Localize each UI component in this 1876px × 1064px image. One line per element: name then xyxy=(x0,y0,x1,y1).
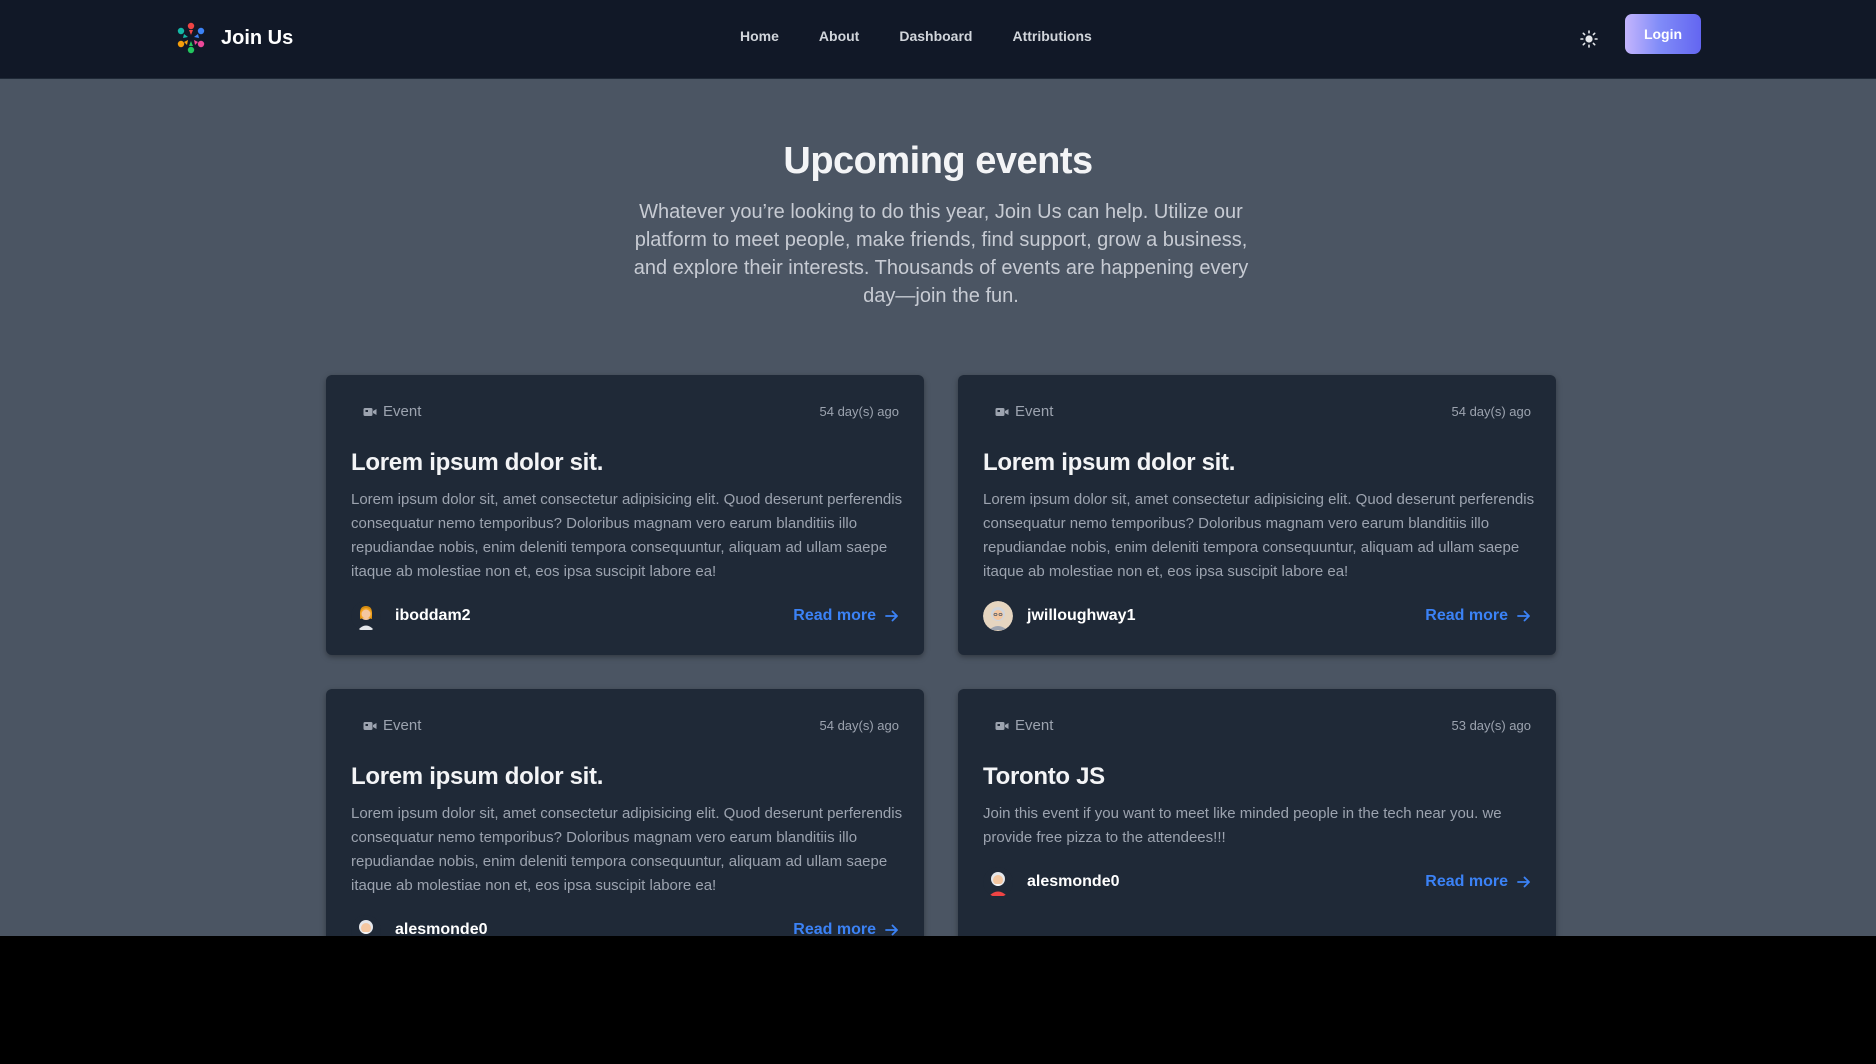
card-header: Event 54 day(s) ago xyxy=(351,403,899,423)
read-more-label: Read more xyxy=(1425,607,1508,624)
page-viewport: Join Us Home About Dashboard Attribution… xyxy=(0,0,1876,936)
card-footer: alesmonde0 Read more xyxy=(983,867,1531,899)
arrow-right-icon xyxy=(1517,876,1530,888)
event-card: Event 54 day(s) ago Lorem ipsum dolor si… xyxy=(326,375,924,655)
theme-toggle-button[interactable] xyxy=(1578,28,1600,50)
video-camera-icon xyxy=(363,407,377,416)
brand[interactable]: Join Us xyxy=(172,19,293,57)
card-description: Lorem ipsum dolor sit, amet consectetur … xyxy=(351,491,903,580)
brand-logo-icon xyxy=(177,22,205,54)
main-nav: Home About Dashboard Attributions xyxy=(740,28,1092,44)
nav-link-about[interactable]: About xyxy=(819,28,859,44)
event-badge-label: Event xyxy=(1015,403,1054,420)
video-camera-icon xyxy=(995,407,1009,416)
card-header: Event 54 day(s) ago xyxy=(983,403,1531,423)
card-title[interactable]: Lorem ipsum dolor sit. xyxy=(351,449,603,477)
page-title: Upcoming events xyxy=(783,140,1093,182)
arrow-right-icon xyxy=(885,924,898,936)
card-footer: iboddam2 Read more xyxy=(351,601,899,633)
video-camera-icon xyxy=(995,721,1009,730)
avatar xyxy=(351,915,381,936)
navbar: Join Us Home About Dashboard Attribution… xyxy=(0,0,1876,79)
card-date: 53 day(s) ago xyxy=(1451,718,1532,733)
card-date: 54 day(s) ago xyxy=(819,404,900,419)
card-date: 54 day(s) ago xyxy=(1451,404,1532,419)
event-badge-label: Event xyxy=(1015,717,1054,734)
card-author: iboddam2 xyxy=(351,601,471,631)
avatar xyxy=(983,867,1013,897)
event-badge-label: Event xyxy=(383,717,422,734)
page-subtitle: Whatever you’re looking to do this year,… xyxy=(633,201,1249,307)
author-name[interactable]: alesmonde0 xyxy=(1027,873,1119,891)
event-badge: Event xyxy=(995,717,1053,734)
event-badge-label: Event xyxy=(383,403,422,420)
nav-link-dashboard[interactable]: Dashboard xyxy=(899,28,972,44)
card-author: jwilloughway1 xyxy=(983,601,1135,631)
nav-link-home[interactable]: Home xyxy=(740,28,779,44)
event-badge: Event xyxy=(995,403,1053,420)
read-more-label: Read more xyxy=(793,921,876,936)
read-more-link[interactable]: Read more xyxy=(793,921,899,936)
event-card: Event 53 day(s) ago Toronto JS Join this… xyxy=(958,689,1556,936)
card-description: Lorem ipsum dolor sit, amet consectetur … xyxy=(983,491,1535,580)
card-description: Join this event if you want to meet like… xyxy=(983,805,1502,846)
author-name[interactable]: alesmonde0 xyxy=(395,921,487,936)
card-footer: jwilloughway1 Read more xyxy=(983,601,1531,633)
login-button[interactable]: Login xyxy=(1625,14,1701,54)
arrow-right-icon xyxy=(1517,610,1530,622)
card-title[interactable]: Toronto JS xyxy=(983,763,1105,791)
author-name[interactable]: iboddam2 xyxy=(395,607,471,625)
video-camera-icon xyxy=(363,721,377,730)
card-author: alesmonde0 xyxy=(351,915,487,936)
read-more-link[interactable]: Read more xyxy=(793,607,899,625)
card-author: alesmonde0 xyxy=(983,867,1119,897)
card-header: Event 53 day(s) ago xyxy=(983,717,1531,737)
avatar xyxy=(351,601,381,631)
author-name[interactable]: jwilloughway1 xyxy=(1027,607,1135,625)
read-more-label: Read more xyxy=(793,607,876,624)
event-card: Event 54 day(s) ago Lorem ipsum dolor si… xyxy=(326,689,924,936)
event-badge: Event xyxy=(363,717,421,734)
avatar xyxy=(983,601,1013,631)
card-description: Lorem ipsum dolor sit, amet consectetur … xyxy=(351,805,903,894)
event-card: Event 54 day(s) ago Lorem ipsum dolor si… xyxy=(958,375,1556,655)
card-header: Event 54 day(s) ago xyxy=(351,717,899,737)
card-title[interactable]: Lorem ipsum dolor sit. xyxy=(983,449,1235,477)
arrow-right-icon xyxy=(885,610,898,622)
card-footer: alesmonde0 Read more xyxy=(351,915,899,936)
read-more-link[interactable]: Read more xyxy=(1425,873,1531,891)
sun-icon xyxy=(1580,30,1598,48)
read-more-link[interactable]: Read more xyxy=(1425,607,1531,625)
card-title[interactable]: Lorem ipsum dolor sit. xyxy=(351,763,603,791)
brand-name: Join Us xyxy=(221,26,294,49)
nav-link-attributions[interactable]: Attributions xyxy=(1012,28,1091,44)
read-more-label: Read more xyxy=(1425,873,1508,890)
event-badge: Event xyxy=(363,403,421,420)
card-date: 54 day(s) ago xyxy=(819,718,900,733)
